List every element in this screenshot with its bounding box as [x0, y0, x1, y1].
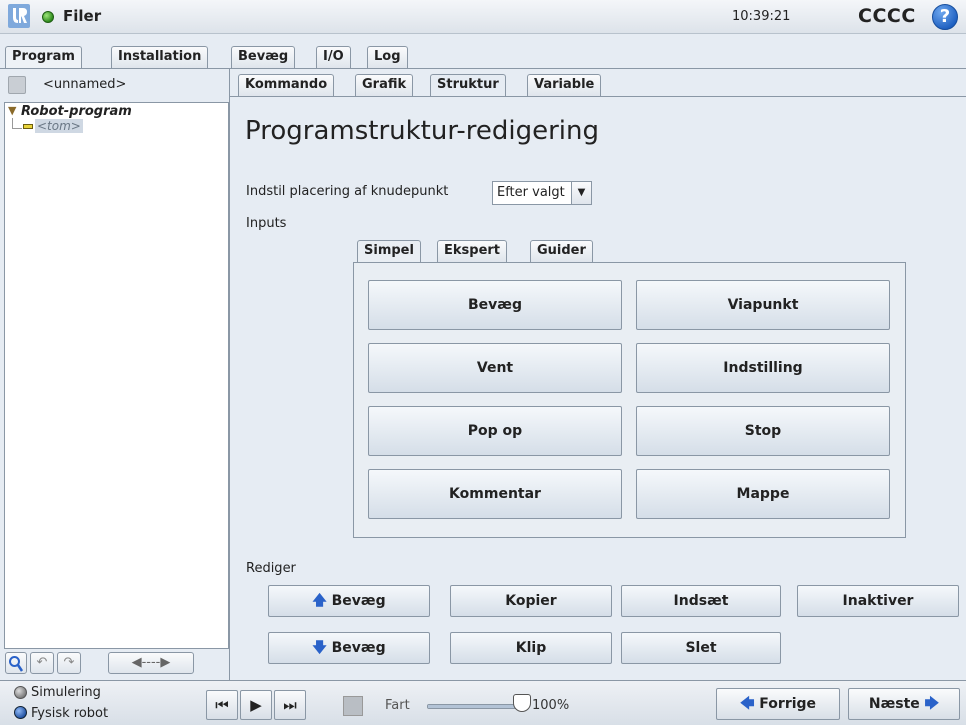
tab-simple[interactable]: Simpel: [357, 240, 421, 263]
speed-value: 100%: [532, 698, 570, 713]
tree-item-robot-program[interactable]: Robot-program: [21, 104, 132, 119]
tree-item-empty[interactable]: <tom>: [35, 119, 83, 133]
robot-name: CCCC: [858, 5, 916, 27]
help-icon[interactable]: ?: [932, 4, 958, 30]
real-robot-radio-icon[interactable]: [14, 706, 27, 719]
tab-expert[interactable]: Ekspert: [437, 240, 508, 262]
tab-program[interactable]: Program: [5, 46, 82, 69]
tab-variables[interactable]: Variable: [527, 74, 602, 96]
cut-button[interactable]: Klip: [450, 632, 612, 664]
move-down-button[interactable]: 🡇 Bevæg: [268, 632, 430, 664]
redo-icon[interactable]: ↷: [57, 652, 81, 674]
next-label: Næste: [868, 696, 920, 712]
paste-button[interactable]: Indsæt: [621, 585, 781, 617]
next-button[interactable]: Næste 🡆: [848, 688, 960, 720]
arrow-right-icon: 🡆: [924, 696, 940, 712]
move-up-button[interactable]: 🡅 Bevæg: [268, 585, 430, 617]
empty-node-icon: [23, 124, 33, 129]
undo-icon[interactable]: ↶: [30, 652, 54, 674]
simulation-label[interactable]: Simulering: [31, 685, 101, 700]
folder-command-button[interactable]: Mappe: [636, 469, 890, 519]
page-title: Programstruktur-redigering: [245, 116, 599, 146]
comment-command-button[interactable]: Kommentar: [368, 469, 622, 519]
disable-button[interactable]: Inaktiver: [797, 585, 959, 617]
arrow-down-icon: 🡇: [312, 640, 327, 656]
stop-command-button[interactable]: Stop: [636, 406, 890, 456]
tab-divider: [0, 68, 966, 69]
tab-wizards[interactable]: Guider: [530, 240, 593, 262]
set-command-button[interactable]: Indstilling: [636, 343, 890, 393]
speed-slider-handle[interactable]: [513, 694, 531, 712]
move-up-label: Bevæg: [331, 593, 386, 609]
subtab-divider: [230, 96, 966, 97]
move-command-button[interactable]: Bevæg: [368, 280, 622, 330]
expand-arrows-icon[interactable]: ◀----▶: [108, 652, 194, 674]
waypoint-command-button[interactable]: Viapunkt: [636, 280, 890, 330]
placement-label: Indstil placering af knudepunkt: [246, 184, 449, 199]
real-robot-label[interactable]: Fysisk robot: [31, 706, 108, 721]
delete-button[interactable]: Slet: [621, 632, 781, 664]
previous-button[interactable]: 🡄 Forrige: [716, 688, 840, 720]
placement-select-value: Efter valgt: [497, 185, 565, 200]
arrow-left-icon: 🡄: [739, 696, 755, 712]
simulation-radio-icon[interactable]: [14, 686, 27, 699]
wait-command-button[interactable]: Vent: [368, 343, 622, 393]
stop-icon[interactable]: [343, 696, 363, 716]
play-icon[interactable]: ▶: [240, 690, 272, 720]
popup-command-button[interactable]: Pop op: [368, 406, 622, 456]
program-tree[interactable]: [4, 102, 229, 649]
tab-command[interactable]: Kommando: [238, 74, 335, 96]
previous-label: Forrige: [759, 696, 817, 712]
tab-installation[interactable]: Installation: [111, 46, 209, 68]
robot-status-icon: [42, 11, 54, 23]
edit-label: Rediger: [246, 561, 296, 576]
tab-graphics[interactable]: Grafik: [355, 74, 414, 96]
tab-structure[interactable]: Struktur: [430, 74, 506, 97]
tab-log[interactable]: Log: [367, 46, 408, 68]
clock: 10:39:21: [732, 9, 791, 24]
copy-button[interactable]: Kopier: [450, 585, 612, 617]
inputs-label: Inputs: [246, 216, 287, 231]
tree-connector: [12, 118, 22, 129]
skip-back-icon[interactable]: ⏮: [206, 690, 238, 720]
speed-slider-fill: [428, 705, 520, 708]
chevron-down-icon[interactable]: ▼: [571, 182, 591, 204]
collapse-triangle-icon[interactable]: ▼: [8, 104, 16, 117]
step-icon[interactable]: ⏭: [274, 690, 306, 720]
arrow-up-icon: 🡅: [312, 593, 327, 609]
top-bar: [0, 0, 966, 34]
program-file-name: <unnamed>: [43, 77, 127, 92]
ur-logo-icon: [8, 4, 30, 28]
save-icon[interactable]: [8, 76, 26, 94]
tab-move[interactable]: Bevæg: [231, 46, 296, 68]
move-down-label: Bevæg: [331, 640, 386, 656]
speed-label: Fart: [385, 698, 410, 713]
tab-io[interactable]: I/O: [316, 46, 351, 68]
app-title[interactable]: Filer: [63, 7, 101, 25]
search-icon[interactable]: [5, 652, 27, 674]
